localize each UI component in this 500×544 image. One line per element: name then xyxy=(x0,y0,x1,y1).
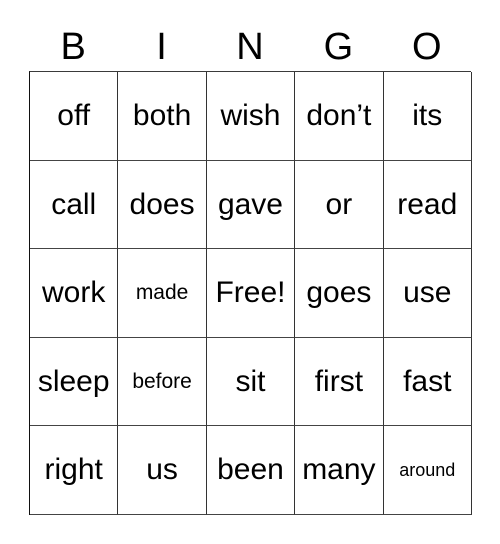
bingo-cell[interactable]: sleep xyxy=(30,337,119,427)
bingo-cell-text: goes xyxy=(306,276,372,310)
bingo-cell[interactable]: gave xyxy=(206,160,296,250)
bingo-cell[interactable]: or xyxy=(295,160,384,250)
bingo-row: off both wish don’t its xyxy=(30,72,472,161)
bingo-row: right us been many around xyxy=(30,426,472,515)
bingo-cell-text: first xyxy=(314,364,364,398)
bingo-cell-text: before xyxy=(132,369,192,393)
bingo-cell-text: many xyxy=(302,453,376,487)
bingo-cell-text: both xyxy=(132,99,192,133)
bingo-cell[interactable]: don’t xyxy=(295,72,384,161)
bingo-cell-text: fast xyxy=(403,364,452,398)
bingo-cell[interactable]: many xyxy=(295,426,384,515)
bingo-cell-text: made xyxy=(135,280,189,304)
bingo-cell[interactable]: around xyxy=(383,426,472,515)
bingo-cell-text: gave xyxy=(217,187,283,221)
bingo-cell[interactable]: first xyxy=(295,337,384,427)
bingo-header-letter-n: N xyxy=(236,25,264,68)
bingo-cell[interactable]: call xyxy=(30,160,119,250)
bingo-row: call does gave or read xyxy=(30,160,472,250)
bingo-cell[interactable]: use xyxy=(383,249,472,338)
bingo-cell-text: Free! xyxy=(215,276,286,310)
bingo-cell[interactable]: made xyxy=(118,249,207,338)
bingo-cell[interactable]: us xyxy=(118,426,207,515)
bingo-cell-text: off xyxy=(57,99,91,133)
bingo-cell[interactable]: right xyxy=(30,426,119,515)
bingo-grid: off both wish don’t its call does gave o… xyxy=(29,71,472,515)
bingo-cell-free-space[interactable]: Free! xyxy=(206,249,296,338)
bingo-cell[interactable]: sit xyxy=(206,337,296,427)
bingo-cell-text: right xyxy=(44,453,103,487)
bingo-cell-text: or xyxy=(325,187,353,221)
bingo-cell-text: around xyxy=(399,459,456,480)
bingo-row: sleep before sit first fast xyxy=(30,337,472,427)
bingo-cell-text: call xyxy=(51,187,97,221)
bingo-cell-text: its xyxy=(412,99,443,133)
bingo-cell-text: read xyxy=(397,187,458,221)
bingo-cell-text: work xyxy=(42,276,106,310)
bingo-cell-text: us xyxy=(146,453,178,487)
bingo-header-letter-o: O xyxy=(411,25,442,68)
bingo-cell[interactable]: work xyxy=(30,249,119,338)
bingo-header-letter-b: B xyxy=(60,25,86,68)
bingo-cell[interactable]: been xyxy=(206,426,296,515)
bingo-cell-text: been xyxy=(217,453,284,487)
bingo-cell[interactable]: both xyxy=(118,72,207,161)
bingo-cell[interactable]: does xyxy=(118,160,207,250)
bingo-card: B I N G O off both wish don’t its call d… xyxy=(29,22,472,515)
bingo-cell[interactable]: goes xyxy=(295,249,384,338)
bingo-cell[interactable]: its xyxy=(383,72,472,161)
bingo-cell-text: use xyxy=(403,276,452,310)
bingo-cell[interactable]: off xyxy=(30,72,119,161)
bingo-cell-text: sleep xyxy=(37,364,110,398)
bingo-cell-text: don’t xyxy=(306,99,372,133)
bingo-header-letter-i: I xyxy=(156,25,167,68)
bingo-header-letter-g: G xyxy=(323,25,354,68)
bingo-cell[interactable]: read xyxy=(383,160,472,250)
bingo-cell-text: wish xyxy=(220,99,281,133)
bingo-cell-text: does xyxy=(129,187,195,221)
bingo-cell-text: sit xyxy=(235,364,266,398)
bingo-cell[interactable]: fast xyxy=(383,337,472,427)
bingo-cell[interactable]: wish xyxy=(206,72,296,161)
bingo-header-row: B I N G O xyxy=(29,22,471,71)
bingo-cell[interactable]: before xyxy=(118,337,207,427)
bingo-row: work made Free! goes use xyxy=(30,249,472,338)
